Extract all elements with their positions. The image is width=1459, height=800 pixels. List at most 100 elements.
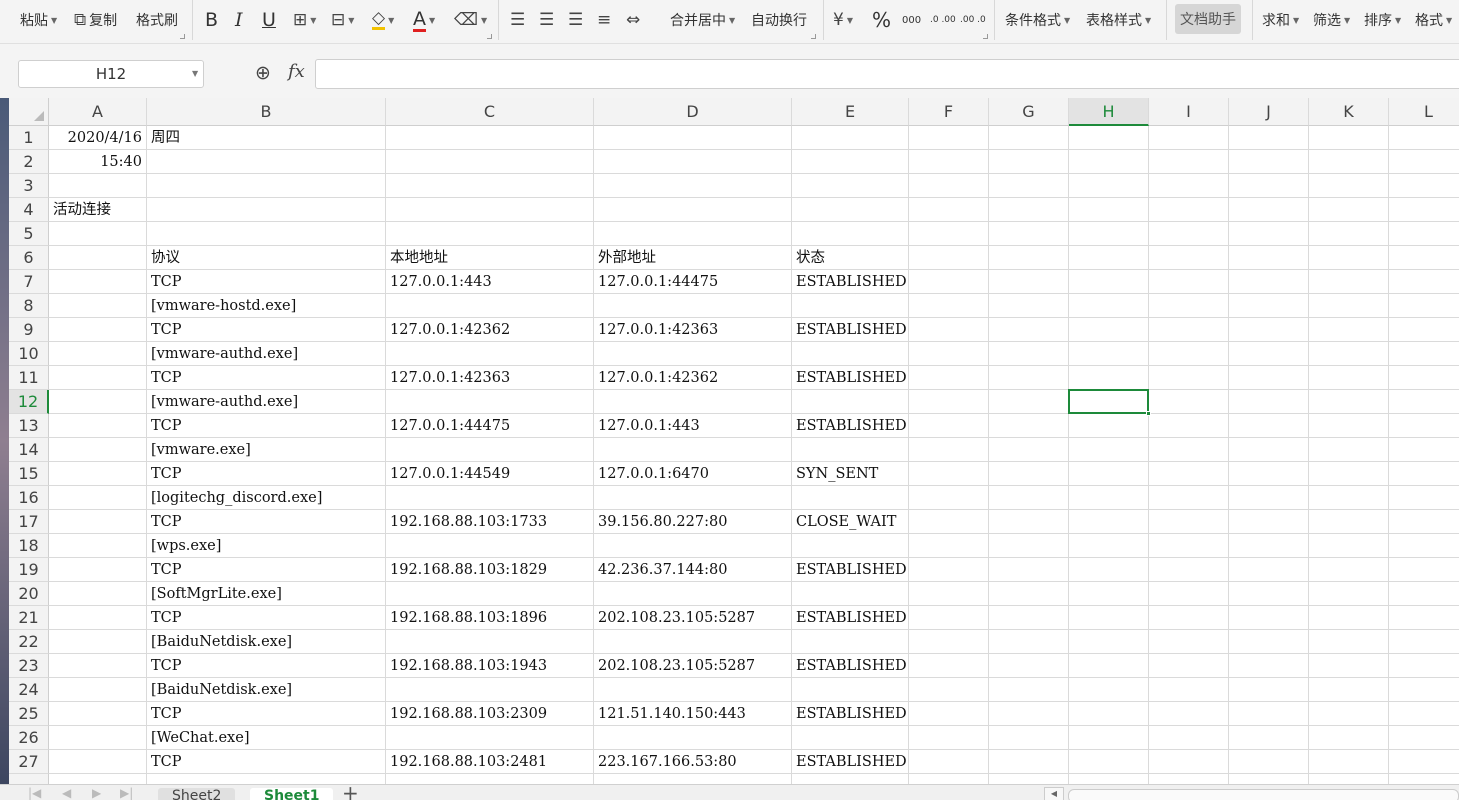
cell-a2[interactable]: 15:40 <box>49 150 147 174</box>
cell-l9[interactable] <box>1389 318 1459 342</box>
cell-h14[interactable] <box>1069 438 1149 462</box>
cell-l27[interactable] <box>1389 750 1459 774</box>
cell-b23[interactable]: TCP <box>147 654 386 678</box>
formula-input[interactable] <box>315 59 1459 89</box>
cell-h10[interactable] <box>1069 342 1149 366</box>
cell-g3[interactable] <box>989 174 1069 198</box>
cell-j6[interactable] <box>1229 246 1309 270</box>
row-header[interactable]: 16 <box>9 486 49 510</box>
cell-h4[interactable] <box>1069 198 1149 222</box>
cell-d24[interactable] <box>594 678 792 702</box>
cell-c22[interactable] <box>386 630 594 654</box>
cell-k12[interactable] <box>1309 390 1389 414</box>
cell-h26[interactable] <box>1069 726 1149 750</box>
cell-e19[interactable]: ESTABLISHED <box>792 558 909 582</box>
cell-d6[interactable]: 外部地址 <box>594 246 792 270</box>
row-header[interactable]: 19 <box>9 558 49 582</box>
cell-h23[interactable] <box>1069 654 1149 678</box>
cell-a18[interactable] <box>49 534 147 558</box>
cell-e2[interactable] <box>792 150 909 174</box>
cell-i19[interactable] <box>1149 558 1229 582</box>
row-header[interactable]: 9 <box>9 318 49 342</box>
spreadsheet-grid[interactable]: ABCDEFGHIJKL 1 2020/4/16 周四 2 15:40 3 4 活动连接 5 6 协… <box>0 98 1459 784</box>
row-header[interactable]: 17 <box>9 510 49 534</box>
cell-j21[interactable] <box>1229 606 1309 630</box>
cell-d27[interactable]: 223.167.166.53:80 <box>594 750 792 774</box>
cell-g22[interactable] <box>989 630 1069 654</box>
row-header[interactable]: 2 <box>9 150 49 174</box>
cell-h18[interactable] <box>1069 534 1149 558</box>
row-header[interactable]: 10 <box>9 342 49 366</box>
row-header[interactable]: 24 <box>9 678 49 702</box>
cell-c10[interactable] <box>386 342 594 366</box>
cell-l11[interactable] <box>1389 366 1459 390</box>
cell-e26[interactable] <box>792 726 909 750</box>
table-style-button[interactable]: 表格样式 ▼ <box>1086 0 1151 40</box>
cell-g18[interactable] <box>989 534 1069 558</box>
cell-k10[interactable] <box>1309 342 1389 366</box>
row-header[interactable]: 12 <box>9 390 49 414</box>
cell-k2[interactable] <box>1309 150 1389 174</box>
cell-a23[interactable] <box>49 654 147 678</box>
prev-sheet-icon[interactable]: ◀ <box>62 786 71 800</box>
column-header-g[interactable]: G <box>989 98 1069 126</box>
cell-b8[interactable]: [vmware-hostd.exe] <box>147 294 386 318</box>
cell-a16[interactable] <box>49 486 147 510</box>
cell-c20[interactable] <box>386 582 594 606</box>
cell-g13[interactable] <box>989 414 1069 438</box>
cell-j8[interactable] <box>1229 294 1309 318</box>
cell-f12[interactable] <box>909 390 989 414</box>
row-header[interactable]: 25 <box>9 702 49 726</box>
row-header[interactable]: 7 <box>9 270 49 294</box>
thousands-button[interactable]: 000 <box>902 0 921 40</box>
cell-f4[interactable] <box>909 198 989 222</box>
row-header[interactable]: 27 <box>9 750 49 774</box>
cell[interactable] <box>1069 774 1149 784</box>
cell-g16[interactable] <box>989 486 1069 510</box>
cell[interactable] <box>909 774 989 784</box>
cell-b7[interactable]: TCP <box>147 270 386 294</box>
cell-a1[interactable]: 2020/4/16 <box>49 126 147 150</box>
cell-c26[interactable] <box>386 726 594 750</box>
cell-g6[interactable] <box>989 246 1069 270</box>
increase-decimal-button[interactable]: .0 .00 <box>930 0 958 40</box>
zoom-icon[interactable]: ⊕ <box>255 62 271 84</box>
cell-k20[interactable] <box>1309 582 1389 606</box>
cell-k23[interactable] <box>1309 654 1389 678</box>
cell-l21[interactable] <box>1389 606 1459 630</box>
cell-i4[interactable] <box>1149 198 1229 222</box>
cell-f11[interactable] <box>909 366 989 390</box>
cell-h9[interactable] <box>1069 318 1149 342</box>
cell-c9[interactable]: 127.0.0.1:42362 <box>386 318 594 342</box>
cell-b4[interactable] <box>147 198 386 222</box>
cell-b3[interactable] <box>147 174 386 198</box>
cell-b18[interactable]: [wps.exe] <box>147 534 386 558</box>
cell-b21[interactable]: TCP <box>147 606 386 630</box>
format-button[interactable]: 格式 ▼ <box>1415 0 1452 40</box>
cell-j1[interactable] <box>1229 126 1309 150</box>
cell-h8[interactable] <box>1069 294 1149 318</box>
cell-j3[interactable] <box>1229 174 1309 198</box>
cell-f14[interactable] <box>909 438 989 462</box>
cell-l16[interactable] <box>1389 486 1459 510</box>
row-header[interactable] <box>9 774 49 784</box>
row-header[interactable]: 6 <box>9 246 49 270</box>
row-header[interactable]: 20 <box>9 582 49 606</box>
cell-k6[interactable] <box>1309 246 1389 270</box>
cell-e9[interactable]: ESTABLISHED <box>792 318 909 342</box>
cell-c25[interactable]: 192.168.88.103:2309 <box>386 702 594 726</box>
cell-f2[interactable] <box>909 150 989 174</box>
cell-f6[interactable] <box>909 246 989 270</box>
cell-b9[interactable]: TCP <box>147 318 386 342</box>
cell-a25[interactable] <box>49 702 147 726</box>
cell-i11[interactable] <box>1149 366 1229 390</box>
cell-d12[interactable] <box>594 390 792 414</box>
paste-button[interactable]: 粘贴 ▼ <box>20 0 57 40</box>
cell-c23[interactable]: 192.168.88.103:1943 <box>386 654 594 678</box>
cell[interactable] <box>1229 774 1309 784</box>
fill-color-button[interactable]: ◇ ▼ <box>372 0 394 40</box>
cell-i10[interactable] <box>1149 342 1229 366</box>
cell-c6[interactable]: 本地地址 <box>386 246 594 270</box>
cell-f13[interactable] <box>909 414 989 438</box>
cell-d10[interactable] <box>594 342 792 366</box>
